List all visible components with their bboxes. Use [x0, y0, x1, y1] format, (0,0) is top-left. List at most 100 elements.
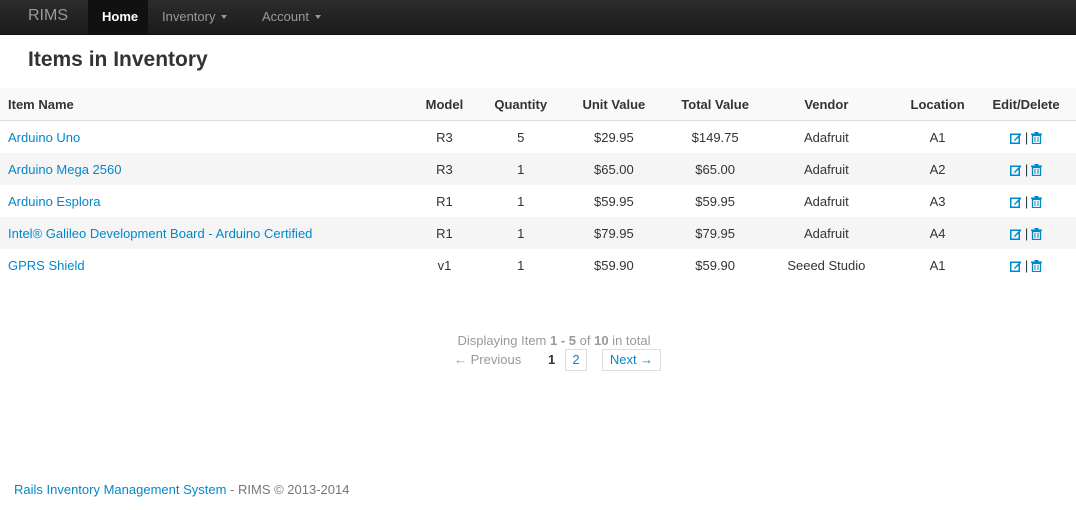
vendor-cell: Adafruit — [803, 129, 849, 145]
vendor-cell: Adafruit — [803, 193, 849, 209]
item-name-link[interactable]: Arduino Esplora — [8, 194, 101, 209]
footer-app-link[interactable]: Rails Inventory Management System — [14, 482, 226, 497]
actions-cell: | — [976, 217, 1076, 249]
model-cell: v1 — [437, 257, 452, 273]
table-row: Arduino Esplora R1 1 $59.95 $59.95 Adafruit A3… — [0, 185, 1076, 217]
page-title: Items in Inventory — [28, 48, 208, 71]
inventory-table: Item Name Model Quantity Unit Value Total Va… — [0, 88, 1076, 281]
item-name-cell: Arduino Uno — [0, 121, 399, 154]
model-cell: R3 — [398, 153, 491, 185]
actions-cell: | — [976, 185, 1076, 217]
model-cell: R1 — [436, 193, 453, 209]
unit-value-cell: $29.95 — [593, 129, 634, 145]
header-total-value: Total Value — [676, 88, 754, 121]
item-name-link[interactable]: GPRS Shield — [8, 258, 85, 273]
total-value-cell: $65.00 — [676, 153, 754, 185]
header-location: Location — [899, 88, 977, 121]
action-separator: | — [1024, 257, 1029, 273]
nav-inventory-label: Inventory — [162, 9, 216, 24]
caret-down-icon — [221, 15, 228, 19]
edit-icon[interactable] — [1009, 226, 1022, 241]
table-row: GPRS Shield v1 1 $59.90 $59.90 Seeed Studio A1… — [0, 249, 1076, 281]
actions-cell: | — [976, 121, 1076, 154]
actions-cell: | — [976, 249, 1076, 281]
quantity-cell: 1 — [517, 193, 525, 209]
header-quantity: Quantity — [490, 88, 552, 121]
nav-account-dropdown[interactable]: Account — [262, 9, 321, 24]
actions-cell: | — [976, 153, 1076, 185]
pagination-of: of — [576, 333, 595, 348]
item-name-cell: Arduino Mega 2560 — [0, 153, 399, 185]
total-value-cell: $59.90 — [695, 257, 736, 273]
action-separator: | — [1024, 161, 1029, 177]
quantity-cell: 1 — [517, 257, 525, 273]
trash-icon[interactable] — [1031, 194, 1043, 209]
action-separator: | — [1024, 225, 1029, 241]
item-name-link[interactable]: Arduino Mega 2560 — [8, 162, 121, 177]
current-page: 1 — [548, 352, 556, 367]
edit-icon[interactable] — [1009, 194, 1022, 209]
pagination-total: 10 — [594, 333, 609, 348]
quantity-cell: 1 — [490, 153, 552, 185]
unit-value-cell: $59.95 — [593, 193, 634, 209]
page-2-link[interactable]: 2 — [565, 349, 587, 371]
unit-value-cell: $65.00 — [551, 153, 677, 185]
item-name-cell: Arduino Esplora — [0, 185, 399, 217]
trash-icon[interactable] — [1031, 130, 1043, 145]
nav-account-label: Account — [262, 9, 309, 24]
next-page-link[interactable]: Next → — [602, 349, 661, 371]
quantity-cell: 5 — [517, 129, 525, 145]
unit-value-cell: $59.90 — [593, 257, 634, 273]
header-edit-delete: Edit/Delete — [976, 88, 1076, 121]
total-value-cell: $149.75 — [691, 129, 739, 145]
pagination: ← Previous 1 2 Next → — [0, 349, 1076, 371]
total-value-cell: $59.95 — [695, 193, 736, 209]
previous-page-link: ← Previous — [454, 352, 522, 367]
location-cell: A1 — [929, 129, 946, 145]
vendor-cell: Adafruit — [753, 217, 900, 249]
table-row: Arduino Uno R3 5 $29.95 $149.75 Adafruit A1 | — [0, 121, 1076, 154]
trash-icon[interactable] — [1031, 162, 1043, 177]
top-navbar: RIMS Home Inventory Account — [0, 0, 1076, 35]
edit-icon[interactable] — [1009, 258, 1022, 273]
model-cell: R1 — [398, 217, 491, 249]
pagination-info-prefix: Displaying Item — [457, 333, 550, 348]
nav-home-label: Home — [102, 9, 139, 24]
unit-value-cell: $79.95 — [551, 217, 677, 249]
edit-icon[interactable] — [1009, 130, 1022, 145]
model-cell: R3 — [436, 129, 453, 145]
footer: Rails Inventory Management System - RIMS… — [14, 482, 349, 497]
location-cell: A4 — [899, 217, 977, 249]
location-cell: A2 — [899, 153, 977, 185]
caret-down-icon — [314, 15, 321, 19]
quantity-cell: 1 — [490, 217, 552, 249]
trash-icon[interactable] — [1031, 258, 1043, 273]
pagination-range: 1 - 5 — [550, 333, 577, 348]
table-row: Intel® Galileo Development Board - Ardui… — [0, 217, 1076, 249]
footer-copyright: - RIMS © 2013-2014 — [226, 482, 350, 497]
header-item-name: Item Name — [0, 88, 399, 121]
item-name-cell: GPRS Shield — [0, 249, 399, 281]
nav-inventory-dropdown[interactable]: Inventory — [162, 9, 228, 24]
pagination-info: Displaying Item 1 - 5 of 10 in total — [0, 333, 1076, 348]
action-separator: | — [1024, 193, 1029, 209]
vendor-cell: Seeed Studio — [787, 257, 866, 273]
nav-home[interactable]: Home — [88, 0, 148, 34]
item-name-cell: Intel® Galileo Development Board - Ardui… — [0, 217, 399, 249]
total-value-cell: $79.95 — [676, 217, 754, 249]
location-cell: A1 — [929, 257, 946, 273]
item-name-link[interactable]: Arduino Uno — [8, 130, 80, 145]
table-row: Arduino Mega 2560 R3 1 $65.00 $65.00 Adafruit… — [0, 153, 1076, 185]
action-separator: | — [1024, 129, 1029, 145]
vendor-cell: Adafruit — [753, 153, 900, 185]
pagination-suffix: in total — [608, 333, 651, 348]
table-header-row: Item Name Model Quantity Unit Value Total Va… — [0, 88, 1076, 121]
item-name-link[interactable]: Intel® Galileo Development Board - Ardui… — [8, 226, 312, 241]
brand-logo[interactable]: RIMS — [28, 7, 68, 25]
trash-icon[interactable] — [1031, 226, 1043, 241]
header-model: Model — [398, 88, 491, 121]
header-unit-value: Unit Value — [551, 88, 677, 121]
edit-icon[interactable] — [1009, 162, 1022, 177]
location-cell: A3 — [929, 193, 946, 209]
header-vendor: Vendor — [753, 88, 900, 121]
